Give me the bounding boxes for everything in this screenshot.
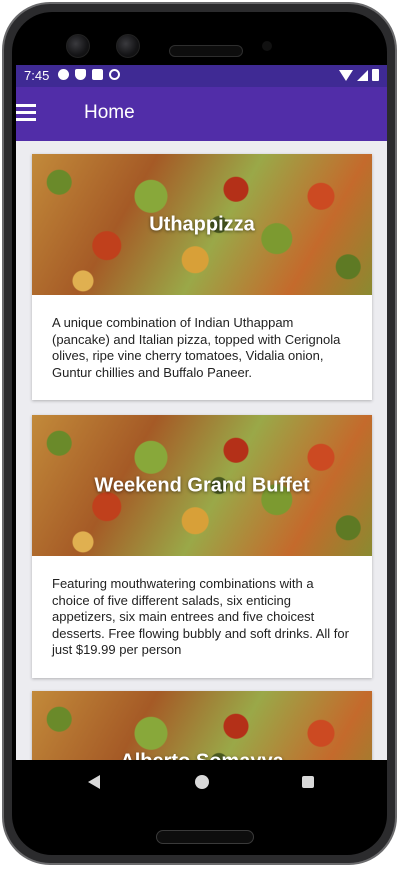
front-camera-icon [66, 34, 90, 58]
card-title: Uthappizza [149, 213, 255, 235]
back-icon[interactable] [88, 775, 100, 789]
bottom-speaker [156, 830, 254, 844]
card-image: Alberto Somayya [32, 691, 372, 760]
device-screen: 7:45 Home Uthappizza A unique combinatio… [16, 65, 387, 804]
status-icons-left [58, 69, 120, 80]
status-icons-right [339, 69, 379, 81]
wifi-icon [339, 69, 353, 81]
card-description: Featuring mouthwatering combinations wit… [52, 576, 349, 657]
earpiece-speaker [169, 45, 243, 57]
app-bar: Home [16, 87, 387, 141]
home-icon[interactable] [195, 775, 209, 789]
status-bar: 7:45 [16, 65, 387, 87]
menu-card[interactable]: Uthappizza A unique combination of India… [32, 154, 372, 400]
card-description: A unique combination of Indian Uthappam … [52, 315, 341, 380]
battery-icon [372, 69, 379, 81]
card-image: Weekend Grand Buffet [32, 415, 372, 556]
proximity-sensor [262, 41, 272, 51]
menu-card[interactable]: Alberto Somayya [32, 691, 372, 760]
card-list[interactable]: Uthappizza A unique combination of India… [16, 141, 387, 760]
signal-icon [357, 69, 368, 81]
status-time: 7:45 [24, 68, 50, 83]
card-title: Alberto Somayya [32, 750, 372, 760]
card-image: Uthappizza [32, 154, 372, 295]
recents-icon[interactable] [302, 776, 314, 788]
card-title: Weekend Grand Buffet [94, 474, 310, 496]
shield-icon [75, 69, 86, 80]
sd-card-icon [92, 69, 103, 80]
front-camera-icon [116, 34, 140, 58]
menu-card[interactable]: Weekend Grand Buffet Featuring mouthwate… [32, 415, 372, 678]
sync-icon [109, 69, 120, 80]
page-title: Home [84, 102, 135, 123]
gear-icon [58, 69, 69, 80]
hamburger-menu-icon[interactable] [16, 104, 36, 122]
navigation-bar [16, 760, 387, 804]
